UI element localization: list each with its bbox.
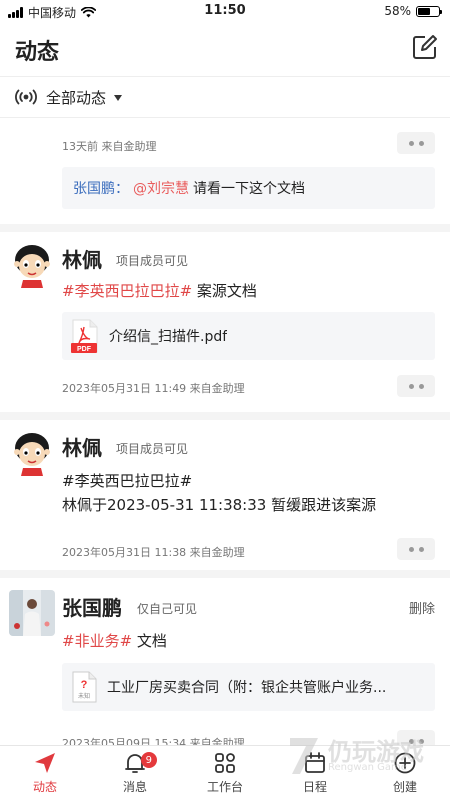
visibility-label: 项目成员可见 xyxy=(116,442,189,456)
post-meta: 2023年05月31日 11:49 来自金助理 xyxy=(62,382,245,395)
tab-messages[interactable]: 9 消息 xyxy=(90,746,180,800)
more-button[interactable] xyxy=(397,375,435,397)
send-icon xyxy=(35,753,55,773)
post-tag[interactable]: #非业务# xyxy=(62,632,132,650)
comment-text: 请看一下这个文档 xyxy=(193,181,305,197)
file-type-label: 未知 xyxy=(78,692,90,700)
avatar[interactable] xyxy=(9,430,55,476)
activity-feed: 13天前 来自金助理 张国鹏： @刘宗慧 请看一下这个文档 林佩 项目成员可见 … xyxy=(0,118,450,745)
post-author[interactable]: 林佩 xyxy=(62,432,102,461)
avatar[interactable] xyxy=(9,590,55,636)
photo-avatar-icon xyxy=(9,590,55,636)
comment-meta: 13天前 来自金助理 xyxy=(62,140,157,153)
feed-post: 林佩 项目成员可见 #李英西巴拉巴拉# 案源文档 PDF 介绍信_扫描件.pdf… xyxy=(0,242,450,412)
filter-dropdown[interactable]: 全部动态 xyxy=(0,76,450,118)
broadcast-icon xyxy=(15,89,37,105)
post-author[interactable]: 张国鹏 xyxy=(62,592,122,621)
post-meta: 2023年05月09日 15:34 来自金助理 xyxy=(62,737,245,745)
divider xyxy=(0,412,450,420)
comment-author[interactable]: 张国鹏： xyxy=(73,178,129,198)
post-author[interactable]: 林佩 xyxy=(62,244,102,273)
post-body-line-1: #李英西巴拉巴拉# xyxy=(62,472,193,490)
tab-workbench[interactable]: 工作台 xyxy=(180,746,270,800)
more-button[interactable] xyxy=(397,132,435,154)
comment-box[interactable]: 张国鹏： @刘宗慧 请看一下这个文档 xyxy=(62,167,435,209)
tab-label: 动态 xyxy=(32,780,57,794)
watermark: 仍玩游戏 Rengwan Game xyxy=(286,732,446,782)
post-text: 文档 xyxy=(136,632,167,650)
unread-badge: 9 xyxy=(140,752,157,768)
post-body: #李英西巴拉巴拉# 案源文档 xyxy=(62,280,257,302)
attachment-card[interactable]: ? 未知 工业厂房买卖合同（附：银企共管账户业务... xyxy=(62,663,435,711)
more-button[interactable] xyxy=(397,538,435,560)
comment-mention[interactable]: @刘宗慧 xyxy=(133,178,189,198)
delete-button[interactable]: 删除 xyxy=(409,598,435,617)
pdf-file-icon: PDF xyxy=(71,319,98,353)
status-right: 58% xyxy=(384,4,442,18)
battery-icon xyxy=(416,5,442,17)
attachment-name: 介绍信_扫描件.pdf xyxy=(109,329,228,345)
feed-post: 林佩 项目成员可见 #李英西巴拉巴拉# 林佩于2023-05-31 11:38:… xyxy=(0,430,450,580)
divider xyxy=(0,570,450,578)
post-meta: 2023年05月31日 11:38 来自金助理 xyxy=(62,546,245,559)
caret-down-icon xyxy=(114,95,123,101)
post-body: #非业务# 文档 xyxy=(62,630,167,652)
cartoon-avatar-icon xyxy=(9,242,55,288)
attachment-name: 工业厂房买卖合同（附：银企共管账户业务... xyxy=(107,680,387,696)
visibility-label: 仅自己可见 xyxy=(137,602,198,616)
navbar: 动态 xyxy=(0,22,450,76)
watermark-logo-icon xyxy=(290,738,318,774)
cartoon-avatar-icon xyxy=(9,430,55,476)
svg-text:?: ? xyxy=(81,679,88,691)
watermark-subtext: Rengwan Game xyxy=(328,762,407,773)
post-body-line-2: 林佩于2023-05-31 11:38:33 暂缓跟进该案源 xyxy=(62,496,377,514)
avatar[interactable] xyxy=(9,242,55,288)
tab-label: 消息 xyxy=(122,780,147,794)
post-text: 案源文档 xyxy=(196,282,257,300)
unknown-file-icon: ? 未知 xyxy=(72,671,97,703)
visibility-label: 项目成员可见 xyxy=(116,254,189,268)
tab-label: 工作台 xyxy=(206,780,243,794)
edit-icon[interactable] xyxy=(412,34,438,60)
post-tag[interactable]: #李英西巴拉巴拉# xyxy=(62,282,192,300)
clock: 11:50 xyxy=(204,3,246,18)
grid-icon xyxy=(215,753,235,773)
tab-feed[interactable]: 动态 xyxy=(0,746,90,800)
status-bar: 中国移动 11:50 58% xyxy=(0,0,450,22)
feed-post: 张国鹏 仅自己可见 删除 #非业务# 文档 ? 未知 工业厂房买卖合同（附：银企… xyxy=(0,590,450,745)
page-title: 动态 xyxy=(15,40,60,65)
filter-label: 全部动态 xyxy=(46,88,107,107)
divider xyxy=(0,224,450,232)
attachment-card[interactable]: PDF 介绍信_扫描件.pdf xyxy=(62,312,435,360)
file-type-label: PDF xyxy=(77,346,92,353)
battery-percent: 58% xyxy=(384,4,411,18)
